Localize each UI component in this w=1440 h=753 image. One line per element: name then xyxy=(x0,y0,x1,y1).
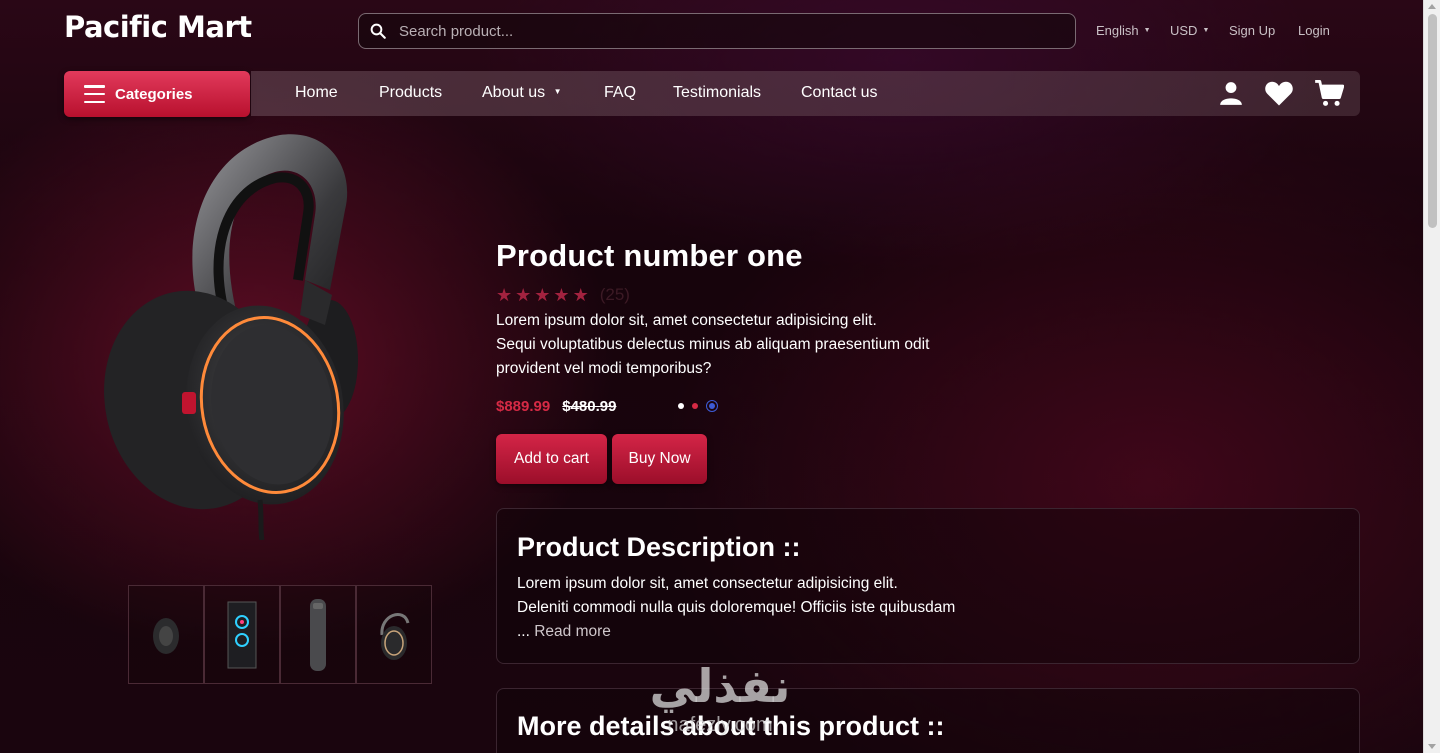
login-label: Login xyxy=(1298,23,1330,38)
login-link[interactable]: Login xyxy=(1298,23,1330,38)
nav-testimonials[interactable]: Testimonials xyxy=(673,84,761,102)
scroll-up-icon[interactable] xyxy=(1428,4,1436,9)
thumbnail-strip xyxy=(128,585,432,684)
nav-products[interactable]: Products xyxy=(379,84,442,102)
review-count: (25) xyxy=(599,285,630,304)
color-options xyxy=(678,400,718,412)
star-icon: ★ xyxy=(534,285,551,305)
description-line: Lorem ipsum dolor sit, amet consectetur … xyxy=(496,312,877,329)
nav-home[interactable]: Home xyxy=(295,84,338,102)
ellipsis: ... xyxy=(517,623,530,640)
star-icon: ★ xyxy=(496,285,513,305)
nav-about-label: About us xyxy=(482,84,546,101)
read-more-row: ... Read more xyxy=(517,620,611,644)
more-details-card: More details about this product :: xyxy=(496,688,1360,753)
chevron-down-icon: ▼ xyxy=(1202,27,1210,34)
brand-name: Pacific Mart xyxy=(64,10,252,44)
navbar-icons xyxy=(1218,79,1344,107)
rating-stars: ★ ★ ★ ★ ★ (25) xyxy=(496,285,630,305)
chevron-down-icon: ▼ xyxy=(1143,27,1151,34)
language-dropdown[interactable]: English ▼ xyxy=(1096,23,1151,38)
old-price: $480.99 xyxy=(562,398,617,415)
product-short-description: Lorem ipsum dolor sit, amet consectetur … xyxy=(496,309,976,381)
nav-faq[interactable]: FAQ xyxy=(604,84,636,102)
categories-label: Categories xyxy=(115,85,193,103)
product-description-card: Product Description :: Lorem ipsum dolor… xyxy=(496,508,1360,664)
description-line: Sequi voluptatibus delectus minus ab ali… xyxy=(496,336,930,353)
sign-up-link[interactable]: Sign Up xyxy=(1229,23,1275,38)
color-swatch-blue[interactable] xyxy=(706,400,718,412)
brand-logo[interactable]: Pacific Mart xyxy=(64,10,252,44)
search-input[interactable] xyxy=(399,22,1039,40)
search-icon xyxy=(370,23,386,39)
read-more-link[interactable]: Read more xyxy=(534,623,611,640)
buy-now-button[interactable]: Buy Now xyxy=(612,434,707,484)
language-label: English xyxy=(1096,23,1139,38)
chevron-down-icon: ▼ xyxy=(553,87,562,96)
star-icon: ★ xyxy=(572,285,589,305)
product-title: Product number one xyxy=(496,238,803,273)
star-icon: ★ xyxy=(553,285,570,305)
search-bar[interactable] xyxy=(358,13,1076,49)
currency-label: USD xyxy=(1170,23,1198,38)
more-details-heading: More details about this product :: xyxy=(517,711,945,741)
color-swatch-red[interactable] xyxy=(692,403,698,409)
description-heading: Product Description :: xyxy=(517,532,801,562)
categories-button[interactable]: Categories xyxy=(64,71,250,117)
nav-about-us[interactable]: About us ▼ xyxy=(482,84,562,102)
star-icon: ★ xyxy=(515,285,532,305)
price-block: $889.99 $480.99 xyxy=(496,398,616,415)
thumbnail-pc-case[interactable] xyxy=(204,585,280,684)
user-icon[interactable] xyxy=(1218,80,1244,106)
main-navbar: Home Products About us ▼ FAQ Testimonial… xyxy=(251,71,1360,116)
description-line: provident vel modi temporibus? xyxy=(496,360,712,377)
thumbnail-speaker[interactable] xyxy=(280,585,356,684)
description-line: Lorem ipsum dolor sit, amet consectetur … xyxy=(517,575,898,592)
scroll-down-icon[interactable] xyxy=(1428,744,1436,749)
currency-dropdown[interactable]: USD ▼ xyxy=(1170,23,1209,38)
sign-up-label: Sign Up xyxy=(1229,23,1276,38)
cart-icon[interactable] xyxy=(1314,79,1344,107)
nav-contact-us[interactable]: Contact us xyxy=(801,84,877,102)
color-swatch-white[interactable] xyxy=(678,403,684,409)
thumbnail-headset[interactable] xyxy=(356,585,432,684)
product-main-image xyxy=(104,134,358,540)
description-line: Deleniti commodi nulla quis doloremque! … xyxy=(517,599,956,616)
hamburger-icon xyxy=(84,85,105,103)
thumbnail-headphones[interactable] xyxy=(128,585,204,684)
current-price: $889.99 xyxy=(496,398,551,415)
add-to-cart-button[interactable]: Add to cart xyxy=(496,434,607,484)
heart-icon[interactable] xyxy=(1264,79,1294,107)
scrollbar-thumb[interactable] xyxy=(1428,14,1437,228)
vertical-scrollbar[interactable] xyxy=(1423,0,1440,753)
